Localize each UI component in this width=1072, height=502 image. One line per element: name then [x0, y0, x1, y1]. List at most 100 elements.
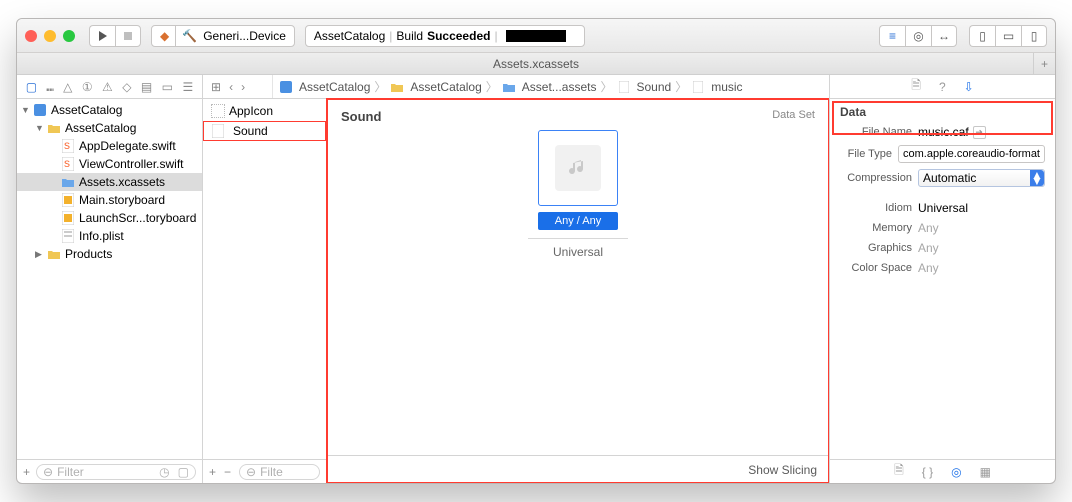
run-stop-group — [89, 25, 141, 47]
back-button[interactable]: ‹ — [229, 80, 233, 94]
debug-navigator-icon[interactable]: ▤ — [141, 80, 152, 94]
reveal-file-button[interactable]: ➜ — [973, 126, 986, 139]
editor-top: ⊞ ‹ › AssetCatalog 〉 AssetCatalog 〉 Asse… — [203, 75, 829, 99]
show-slicing-button[interactable]: Show Slicing — [748, 463, 817, 477]
remove-asset-button[interactable]: − — [224, 465, 231, 479]
asset-outline: AppIcon Sound + − ⊖ Filte — [203, 99, 327, 483]
report-navigator-icon[interactable]: ☰ — [182, 80, 193, 94]
tree-file-row[interactable]: s AppDelegate.swift — [17, 137, 202, 155]
outline-item-sound[interactable]: Sound — [203, 121, 326, 141]
file-template-library-icon[interactable]: 🗎 — [894, 461, 904, 482]
status-sep: | — [389, 29, 392, 43]
appicon-placeholder-icon — [211, 104, 225, 118]
status-project: AssetCatalog — [314, 29, 385, 43]
status-sep2: | — [494, 29, 497, 43]
outline-item-appicon[interactable]: AppIcon — [203, 101, 326, 121]
document-icon — [617, 80, 631, 94]
active-tab-title[interactable]: Assets.xcassets — [493, 57, 579, 71]
tree-products-row[interactable]: ▶ Products — [17, 245, 202, 263]
help-inspector-icon[interactable]: ? — [939, 80, 946, 94]
recents-filter-icon[interactable]: ◷ — [159, 465, 169, 479]
run-button[interactable] — [89, 25, 115, 47]
issue-navigator-icon[interactable]: ⚠ — [102, 80, 113, 94]
asset-slot[interactable] — [538, 130, 618, 206]
stop-button[interactable] — [115, 25, 141, 47]
standard-editor-button[interactable]: ≡ — [879, 25, 905, 47]
zoom-window-button[interactable] — [63, 30, 75, 42]
tree-file-label: Assets.xcassets — [79, 175, 165, 189]
code-snippet-library-icon[interactable]: { } — [922, 465, 933, 479]
activity-status: AssetCatalog | Build Succeeded | — [305, 25, 585, 47]
music-icon — [555, 145, 601, 191]
find-navigator-icon[interactable]: ① — [82, 80, 93, 94]
navigator-selector: ▢ ⑉ △ ① ⚠ ◇ ▤ ▭ ☰ — [17, 75, 202, 99]
compression-select[interactable]: Automatic▲▼ — [918, 169, 1045, 187]
filetype-value-box: com.apple.coreaudio-format — [898, 145, 1045, 163]
tree-file-row[interactable]: LaunchScr...toryboard — [17, 209, 202, 227]
tree-file-label: LaunchScr...toryboard — [79, 211, 196, 225]
outline-filter[interactable]: ⊖ Filte — [239, 464, 320, 480]
breakpoint-navigator-icon[interactable]: ▭ — [162, 80, 173, 94]
tree-file-row[interactable]: s ViewController.swift — [17, 155, 202, 173]
add-button[interactable]: + — [23, 465, 30, 479]
document-icon — [691, 80, 705, 94]
add-asset-button[interactable]: + — [209, 465, 216, 479]
status-result: Succeeded — [427, 29, 490, 43]
tree-file-row[interactable]: Main.storyboard — [17, 191, 202, 209]
crumb[interactable]: Sound — [637, 80, 672, 94]
close-window-button[interactable] — [25, 30, 37, 42]
attributes-inspector-icon[interactable]: ⇩ — [964, 80, 974, 94]
tree-file-row-selected[interactable]: Assets.xcassets — [17, 173, 202, 191]
crumb[interactable]: AssetCatalog — [410, 80, 481, 94]
media-library-icon[interactable]: ▦ — [980, 465, 991, 479]
graphics-label: Graphics — [840, 242, 918, 254]
source-control-navigator-icon[interactable]: ⑉ — [47, 80, 54, 94]
tree-group-row[interactable]: ▼ AssetCatalog — [17, 119, 202, 137]
asset-title: Sound — [341, 109, 381, 124]
forward-button[interactable]: › — [241, 80, 245, 94]
tree-file-label: ViewController.swift — [79, 157, 183, 171]
object-library-icon[interactable]: ◎ — [951, 465, 961, 479]
related-items-icon[interactable]: ⊞ — [211, 80, 221, 94]
tree-project-row[interactable]: ▼ AssetCatalog — [17, 101, 202, 119]
toggle-navigator-button[interactable]: ▯ — [969, 25, 995, 47]
storyboard-file-icon — [61, 193, 75, 207]
toggle-debug-button[interactable]: ▭ — [995, 25, 1021, 47]
panel-toggle-group: ▯ ▭ ▯ — [969, 25, 1047, 47]
editor-panel: ⊞ ‹ › AssetCatalog 〉 AssetCatalog 〉 Asse… — [203, 75, 829, 483]
compression-label: Compression — [840, 172, 918, 184]
project-navigator-icon[interactable]: ▢ — [26, 80, 37, 94]
test-navigator-icon[interactable]: ◇ — [122, 80, 131, 94]
new-tab-button[interactable]: + — [1033, 53, 1055, 75]
memory-value: Any — [918, 221, 939, 235]
crumb[interactable]: Asset...assets — [522, 80, 597, 94]
minimize-window-button[interactable] — [44, 30, 56, 42]
disclosure-icon[interactable]: ▼ — [35, 123, 45, 133]
assistant-editor-button[interactable]: ◎ — [905, 25, 931, 47]
filter-icon: ⊖ — [43, 465, 53, 479]
caption-separator — [528, 238, 628, 239]
filename-value: music.caf — [918, 125, 969, 139]
chevron-icon: 〉 — [600, 78, 612, 95]
asset-caption: Universal — [553, 245, 603, 259]
symbol-navigator-icon[interactable]: △ — [63, 80, 72, 94]
status-action: Build — [396, 29, 423, 43]
disclosure-icon[interactable]: ▶ — [35, 249, 45, 260]
titlebar: ◆ 🔨 Generi...Device AssetCatalog | Build… — [17, 19, 1055, 53]
version-editor-button[interactable]: ↔ — [931, 25, 957, 47]
hammer-icon: 🔨 — [182, 29, 197, 43]
graphics-value: Any — [918, 241, 939, 255]
scheme-selector[interactable]: ◆ 🔨 Generi...Device — [151, 25, 295, 47]
scheme-target-label: Generi...Device — [203, 29, 286, 43]
toggle-inspector-button[interactable]: ▯ — [1021, 25, 1047, 47]
navigator-filter[interactable]: ⊖ Filter ◷ ▢ — [36, 464, 196, 480]
file-inspector-icon[interactable]: 🗎 — [911, 76, 921, 97]
storyboard-file-icon — [61, 211, 75, 225]
tree-products-label: Products — [65, 247, 112, 261]
disclosure-icon[interactable]: ▼ — [21, 105, 31, 115]
editor-nav-buttons: ⊞ ‹ › — [203, 75, 273, 98]
crumb[interactable]: AssetCatalog — [299, 80, 370, 94]
scm-filter-icon[interactable]: ▢ — [178, 465, 189, 479]
crumb[interactable]: music — [711, 80, 742, 94]
tree-file-row[interactable]: Info.plist — [17, 227, 202, 245]
